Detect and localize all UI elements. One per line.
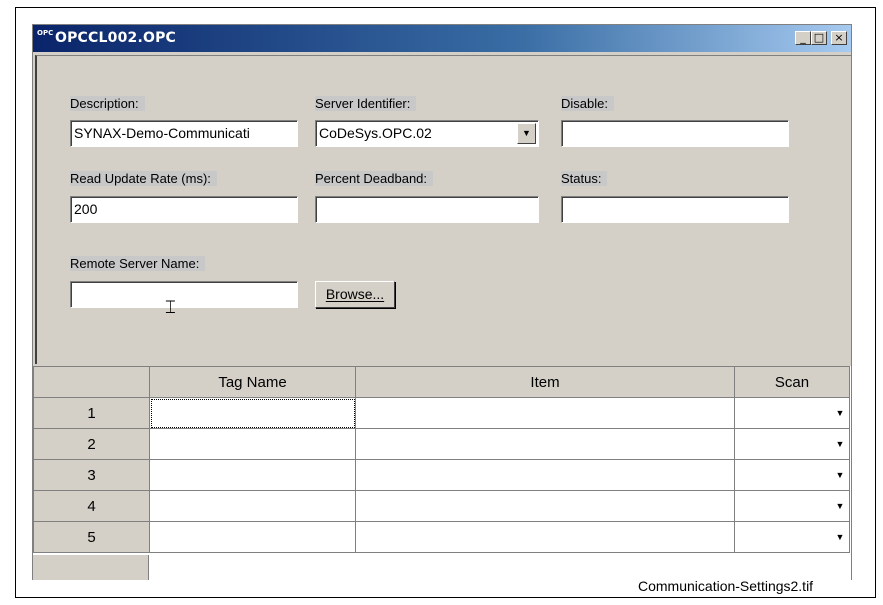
- read-update-rate-field[interactable]: 200: [70, 196, 298, 223]
- chevron-down-icon[interactable]: ▼: [831, 524, 849, 550]
- text-cursor-icon: ⌶: [165, 297, 176, 318]
- server-identifier-value: CoDeSys.OPC.02: [319, 125, 432, 141]
- item-header[interactable]: Item: [355, 366, 735, 398]
- tag-table: Tag Name Item Scan 1 ▼ 2 ▼ 3 ▼ 4 ▼ 5 ▼: [33, 366, 850, 553]
- item-cell[interactable]: [355, 428, 735, 460]
- table-row: 3 ▼: [33, 459, 850, 491]
- title-bar[interactable]: OPC OPCCL002.OPC _ □ ×: [33, 25, 851, 52]
- tag-name-cell[interactable]: [149, 459, 356, 491]
- browse-button-label: Browse...: [325, 286, 385, 302]
- tag-name-header[interactable]: Tag Name: [149, 366, 356, 398]
- status-field[interactable]: [561, 196, 789, 223]
- table-row: 2 ▼: [33, 428, 850, 460]
- grid-header-row: Tag Name Item Scan: [33, 366, 850, 398]
- server-identifier-label: Server Identifier:: [315, 96, 417, 111]
- read-update-rate-label: Read Update Rate (ms):: [70, 171, 217, 186]
- chevron-down-icon[interactable]: ▼: [831, 493, 849, 519]
- figure-caption: Communication-Settings2.tif: [638, 578, 814, 594]
- chevron-down-icon[interactable]: ▼: [517, 123, 536, 144]
- table-row: 4 ▼: [33, 490, 850, 522]
- item-cell[interactable]: [355, 490, 735, 522]
- tag-name-cell[interactable]: [149, 490, 356, 522]
- scan-cell[interactable]: ▼: [734, 521, 850, 553]
- table-row: 5 ▼: [33, 521, 850, 553]
- item-cell[interactable]: [355, 397, 735, 429]
- row-number[interactable]: 5: [33, 521, 150, 553]
- close-button[interactable]: ×: [831, 31, 847, 45]
- scan-cell[interactable]: ▼: [734, 397, 850, 429]
- scan-cell[interactable]: ▼: [734, 459, 850, 491]
- tag-name-cell[interactable]: [149, 521, 356, 553]
- chevron-down-icon[interactable]: ▼: [831, 431, 849, 457]
- tag-name-cell[interactable]: [149, 397, 356, 429]
- remote-server-name-label: Remote Server Name:: [70, 256, 206, 271]
- scan-header[interactable]: Scan: [734, 366, 850, 398]
- tag-name-cell[interactable]: [149, 428, 356, 460]
- grid-corner-header: [33, 366, 150, 398]
- opc-app-icon: OPC: [37, 29, 54, 37]
- row-number[interactable]: 1: [33, 397, 150, 429]
- item-cell[interactable]: [355, 521, 735, 553]
- browse-button[interactable]: Browse...: [315, 281, 395, 308]
- item-cell[interactable]: [355, 459, 735, 491]
- server-identifier-combo[interactable]: CoDeSys.OPC.02 ▼: [315, 120, 539, 147]
- description-label: Description:: [70, 96, 145, 111]
- opc-window: OPC OPCCL002.OPC _ □ × Description: Serv…: [32, 24, 852, 580]
- chevron-down-icon[interactable]: ▼: [831, 400, 849, 426]
- minimize-button[interactable]: _: [795, 31, 811, 45]
- chevron-down-icon[interactable]: ▼: [831, 462, 849, 488]
- disable-label: Disable:: [561, 96, 614, 111]
- maximize-button[interactable]: □: [811, 31, 827, 45]
- remote-server-name-field[interactable]: [70, 281, 298, 308]
- scan-cell[interactable]: ▼: [734, 490, 850, 522]
- row-number[interactable]: 3: [33, 459, 150, 491]
- description-field[interactable]: SYNAX-Demo-Communicati: [70, 120, 298, 147]
- disable-field[interactable]: [561, 120, 789, 147]
- row-number[interactable]: 2: [33, 428, 150, 460]
- tag-grid: Tag Name Item Scan 1 ▼ 2 ▼ 3 ▼ 4 ▼ 5 ▼: [33, 366, 851, 580]
- percent-deadband-label: Percent Deadband:: [315, 171, 434, 186]
- grid-row-header-filler: [33, 555, 149, 580]
- settings-panel: Description: Server Identifier: Disable:…: [35, 55, 851, 364]
- status-label: Status:: [561, 171, 608, 186]
- row-number[interactable]: 4: [33, 490, 150, 522]
- percent-deadband-field[interactable]: [315, 196, 539, 223]
- table-row: 1 ▼: [33, 397, 850, 429]
- window-title: OPCCL002.OPC: [55, 30, 177, 46]
- scan-cell[interactable]: ▼: [734, 428, 850, 460]
